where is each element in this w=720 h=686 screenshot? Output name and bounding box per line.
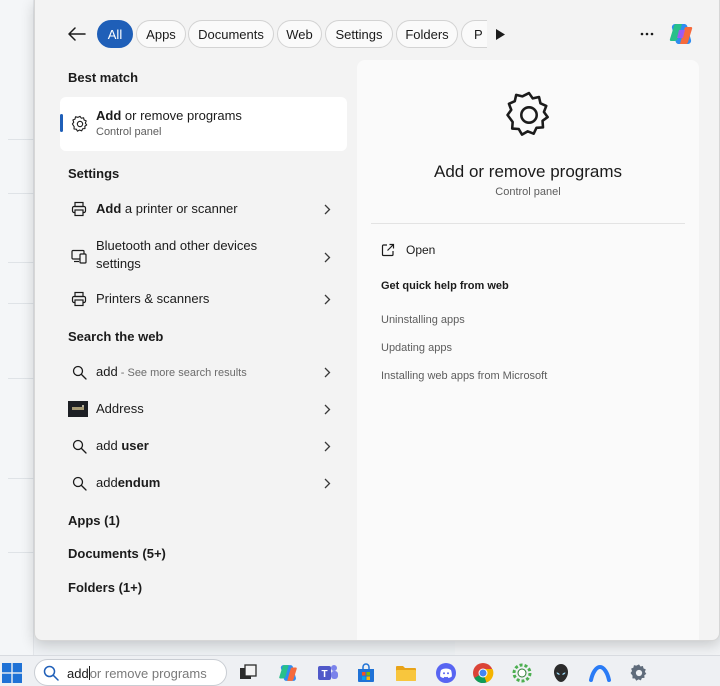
help-link-installing-web-apps[interactable]: Installing web apps from Microsoft	[381, 370, 547, 382]
devices-icon	[70, 247, 88, 265]
gear-icon	[71, 115, 88, 132]
chevron-right-icon	[321, 292, 333, 306]
arc-icon[interactable]	[588, 661, 612, 685]
chevron-right-icon	[321, 250, 333, 264]
taskbar-search-input[interactable]: addor remove programs	[34, 659, 227, 686]
best-match-heading: Best match	[68, 70, 139, 85]
detail-subtitle: Control panel	[495, 186, 561, 198]
search-icon	[70, 437, 88, 455]
chevron-right-icon	[321, 439, 333, 453]
web-result-addendum[interactable]: addendum	[60, 466, 347, 500]
settings-item-bluetooth-devices[interactable]: Bluetooth and other devices settings	[60, 235, 347, 279]
web-result-add[interactable]: add - See more search results	[60, 355, 347, 389]
chevron-right-icon	[321, 402, 333, 416]
settings-heading: Settings	[68, 166, 120, 181]
chrome-icon[interactable]	[471, 661, 495, 685]
detail-divider	[371, 223, 685, 224]
open-label: Open	[406, 243, 436, 257]
file-explorer-icon[interactable]	[394, 661, 418, 685]
search-query: addor remove programs	[67, 666, 207, 681]
settings-item-label: Printers & scanners	[96, 291, 210, 306]
back-arrow-icon	[68, 27, 86, 41]
best-match-result[interactable]: Add or remove programs Control panel	[60, 97, 347, 151]
more-options-button[interactable]	[635, 22, 659, 46]
search-panel: All Apps Documents Web Settings Folders …	[34, 0, 720, 641]
settings-item-label: Bluetooth and other devices settings	[96, 238, 258, 271]
help-link-uninstalling[interactable]: Uninstalling apps	[381, 314, 465, 326]
teams-icon[interactable]: T	[316, 661, 340, 685]
svg-text:T: T	[321, 669, 327, 680]
printer-icon	[70, 290, 88, 308]
filter-chip-web[interactable]: Web	[277, 20, 322, 48]
play-right-icon	[495, 28, 505, 40]
detail-pane: Add or remove programs Control panel Ope…	[357, 60, 699, 640]
copilot-icon[interactable]	[667, 20, 695, 48]
search-web-heading: Search the web	[68, 329, 164, 344]
help-link-updating[interactable]: Updating apps	[381, 342, 452, 354]
category-documents[interactable]: Documents (5+)	[68, 546, 166, 561]
address-thumbnail	[68, 400, 88, 418]
alienware-icon[interactable]	[549, 661, 573, 685]
settings-item-printers-scanners[interactable]: Printers & scanners	[60, 282, 347, 316]
web-result-address[interactable]: Address	[60, 392, 347, 426]
search-icon	[70, 474, 88, 492]
chevron-right-icon	[321, 202, 333, 216]
discord-icon[interactable]	[434, 661, 458, 685]
filter-chip-more-clipped[interactable]: P	[461, 20, 487, 48]
category-folders[interactable]: Folders (1+)	[68, 580, 142, 595]
quick-help-heading: Get quick help from web	[381, 280, 509, 292]
search-icon	[70, 363, 88, 381]
web-result-label: Address	[96, 401, 144, 416]
search-icon	[43, 665, 59, 681]
chevron-right-icon	[321, 365, 333, 379]
filter-chip-settings[interactable]: Settings	[325, 20, 393, 48]
printer-icon	[70, 200, 88, 218]
best-match-subtitle: Control panel	[96, 126, 162, 138]
web-result-add-user[interactable]: add user	[60, 429, 347, 463]
background-window-edge	[455, 640, 720, 655]
taskbar: addor remove programs T	[0, 655, 720, 686]
web-result-label: add user	[96, 438, 149, 453]
windows-start-icon[interactable]	[2, 663, 22, 683]
back-button[interactable]	[65, 22, 89, 46]
store-icon[interactable]	[354, 661, 378, 685]
gear-icon	[506, 91, 549, 136]
filter-bar: All Apps Documents Web Settings Folders …	[35, 18, 719, 50]
copilot-icon[interactable]	[276, 661, 300, 685]
best-match-title: Add or remove programs	[96, 108, 242, 123]
settings-icon[interactable]	[627, 661, 651, 685]
filter-chip-apps[interactable]: Apps	[136, 20, 186, 48]
filter-chip-folders[interactable]: Folders	[396, 20, 458, 48]
web-result-label: add - See more search results	[96, 364, 247, 379]
filter-chip-all[interactable]: All	[97, 20, 133, 48]
category-apps[interactable]: Apps (1)	[68, 513, 120, 528]
detail-title: Add or remove programs	[433, 162, 623, 181]
filter-chip-documents[interactable]: Documents	[188, 20, 274, 48]
settings-item-label: Add a printer or scanner	[96, 201, 238, 216]
web-result-label: addendum	[96, 475, 161, 490]
filter-scroll-right-button[interactable]	[490, 24, 510, 44]
app-ring-icon[interactable]	[510, 661, 534, 685]
background-side-strip	[0, 0, 34, 655]
ellipsis-icon	[640, 32, 654, 36]
chevron-right-icon	[321, 476, 333, 490]
open-external-icon	[381, 243, 395, 257]
task-view-icon[interactable]	[236, 661, 260, 685]
selection-indicator	[60, 114, 63, 132]
settings-item-add-printer[interactable]: Add a printer or scanner	[60, 192, 347, 226]
